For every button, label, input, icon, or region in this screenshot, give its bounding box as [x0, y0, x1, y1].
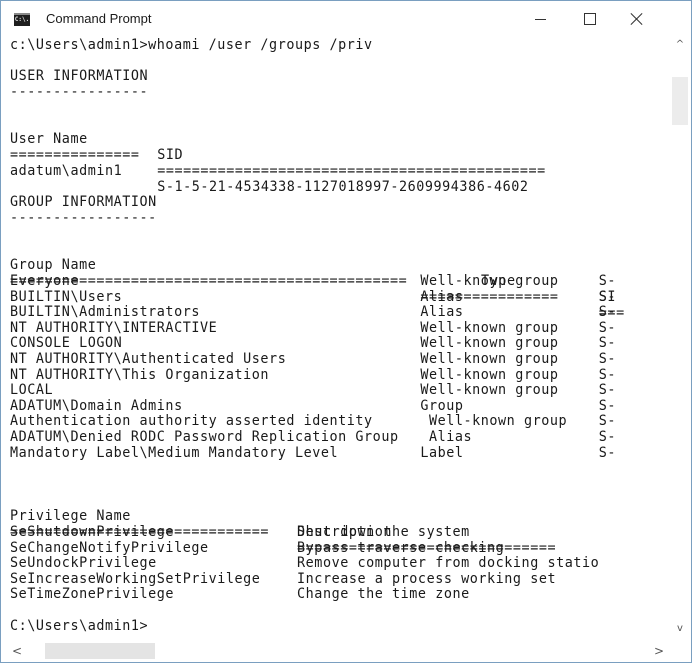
group-sid-cell: S-	[598, 396, 617, 414]
group-sid-cell: S-	[598, 334, 617, 352]
minimize-button[interactable]	[517, 5, 563, 33]
group-type-cell: Well-known group	[420, 365, 559, 383]
group-name-cell: LOCAL	[10, 381, 54, 399]
sid-header: SID	[157, 146, 184, 163]
group-name-cell: Everyone	[10, 272, 80, 289]
user-sid-value: S-1-5-21-4534338-1127018997-2609994386-4…	[157, 178, 529, 195]
group-sid-cell: S-	[598, 365, 617, 383]
group-type-cell: Well-known group	[420, 334, 559, 352]
group-type-cell: Group	[420, 396, 464, 414]
privilege-table-separator: ============================== =========…	[10, 508, 556, 556]
group-type-cell: Label	[420, 443, 464, 461]
privilege-table-header: Privilege Name Description	[10, 492, 391, 540]
close-button[interactable]	[614, 5, 660, 33]
privilege-description-cell: Increase a process working set	[297, 569, 557, 587]
privilege-description-cell: Bypass traverse checking	[297, 538, 505, 556]
sid-separator: ========================================…	[157, 162, 546, 179]
user-info-heading: USER INFORMATION	[10, 67, 149, 84]
vertical-scroll-thumb[interactable]	[672, 77, 688, 125]
privilege-name-cell: SeUndockPrivilege	[10, 554, 157, 572]
group-type-cell: Alias	[420, 428, 473, 445]
scroll-right-arrow-icon[interactable]: >	[653, 644, 665, 658]
console-output[interactable]: c:\Users\admin1>whoami /user /groups /pr…	[1, 35, 669, 639]
horizontal-scroll-thumb[interactable]	[45, 643, 155, 659]
group-type-cell: Well-known group	[420, 318, 559, 336]
group-sid-cell: S-	[598, 443, 617, 461]
user-table-header: User Name SID	[10, 115, 183, 163]
minimize-icon	[534, 18, 546, 20]
scroll-up-arrow-icon[interactable]: ^	[674, 39, 686, 51]
group-sid-cell: S-	[598, 381, 617, 399]
user-table-separator: =============== ========================…	[10, 131, 545, 179]
group-name-cell: ADATUM\Denied RODC Password Replication …	[10, 428, 399, 445]
privilege-name-cell: SeShutdownPrivilege	[10, 523, 175, 540]
privilege-description-cell: Remove computer from docking statio	[297, 554, 600, 572]
command-prompt[interactable]: C:\Users\admin1>	[10, 618, 148, 634]
user-info-underline: ----------------	[10, 83, 149, 100]
group-name-cell: NT AUTHORITY\INTERACTIVE	[10, 318, 218, 336]
close-icon	[630, 12, 644, 26]
group-type-cell: Alias	[420, 303, 464, 321]
group-type-cell: Well-known group	[420, 381, 559, 399]
group-type-cell: Alias	[420, 287, 464, 305]
privilege-description-cell: Shut down the system	[297, 523, 470, 540]
group-table-header: Group Name Type SI	[10, 241, 616, 305]
maximize-button[interactable]	[567, 5, 613, 33]
title-bar[interactable]: C:\. Command Prompt	[1, 1, 691, 35]
group-name-cell: NT AUTHORITY\Authenticated Users	[10, 350, 287, 367]
group-table-separator: ========================================…	[10, 257, 624, 321]
group-sid-cell: S-	[598, 303, 617, 321]
group-type-cell: Well-known group	[420, 412, 568, 430]
group-sid-cell: S-	[598, 318, 617, 336]
privilege-name-cell: SeTimeZonePrivilege	[10, 585, 175, 603]
horizontal-scrollbar[interactable]: < >	[1, 640, 691, 662]
scroll-left-arrow-icon[interactable]: <	[11, 644, 23, 658]
group-info-underline: -----------------	[10, 209, 157, 226]
group-sid-cell: S-	[598, 412, 617, 430]
vertical-scrollbar[interactable]: ^ v	[670, 35, 690, 639]
group-sid-cell: S-	[598, 272, 617, 289]
command-line: c:\Users\admin1>whoami /user /groups /pr…	[10, 36, 373, 53]
group-type-cell: Well-known group	[420, 350, 559, 367]
group-info-heading: GROUP INFORMATION	[10, 193, 157, 210]
privilege-name-cell: SeIncreaseWorkingSetPrivilege	[10, 569, 261, 587]
group-name-cell: NT AUTHORITY\This Organization	[10, 365, 270, 383]
group-type-cell: Well-known group	[420, 272, 559, 289]
group-sid-cell: S-	[598, 350, 617, 367]
command-prompt-window: C:\. Command Prompt c:\Users\admin1>whoa…	[0, 0, 692, 663]
group-name-cell: Authentication authority asserted identi…	[10, 412, 373, 430]
group-name-cell: CONSOLE LOGON	[10, 334, 123, 352]
group-name-cell: BUILTIN\Administrators	[10, 303, 200, 321]
cmd-icon: C:\.	[14, 13, 30, 26]
privilege-description-cell: Change the time zone	[297, 585, 470, 603]
group-sid-cell: S-	[598, 287, 617, 305]
group-sid-cell: S-	[598, 428, 617, 445]
privilege-name-cell: SeChangeNotifyPrivilege	[10, 538, 209, 556]
group-name-cell: BUILTIN\Users	[10, 287, 123, 305]
group-name-cell: Mandatory Label\Medium Mandatory Level	[10, 443, 339, 461]
window-title: Command Prompt	[46, 11, 152, 26]
scroll-down-arrow-icon[interactable]: v	[674, 623, 686, 635]
group-name-cell: ADATUM\Domain Admins	[10, 396, 183, 414]
maximize-icon	[584, 13, 596, 25]
user-name-value: adatum\admin1	[10, 162, 123, 179]
user-table-row: adatum\admin1 S-1-5-21-4534338-112701899…	[10, 147, 528, 195]
